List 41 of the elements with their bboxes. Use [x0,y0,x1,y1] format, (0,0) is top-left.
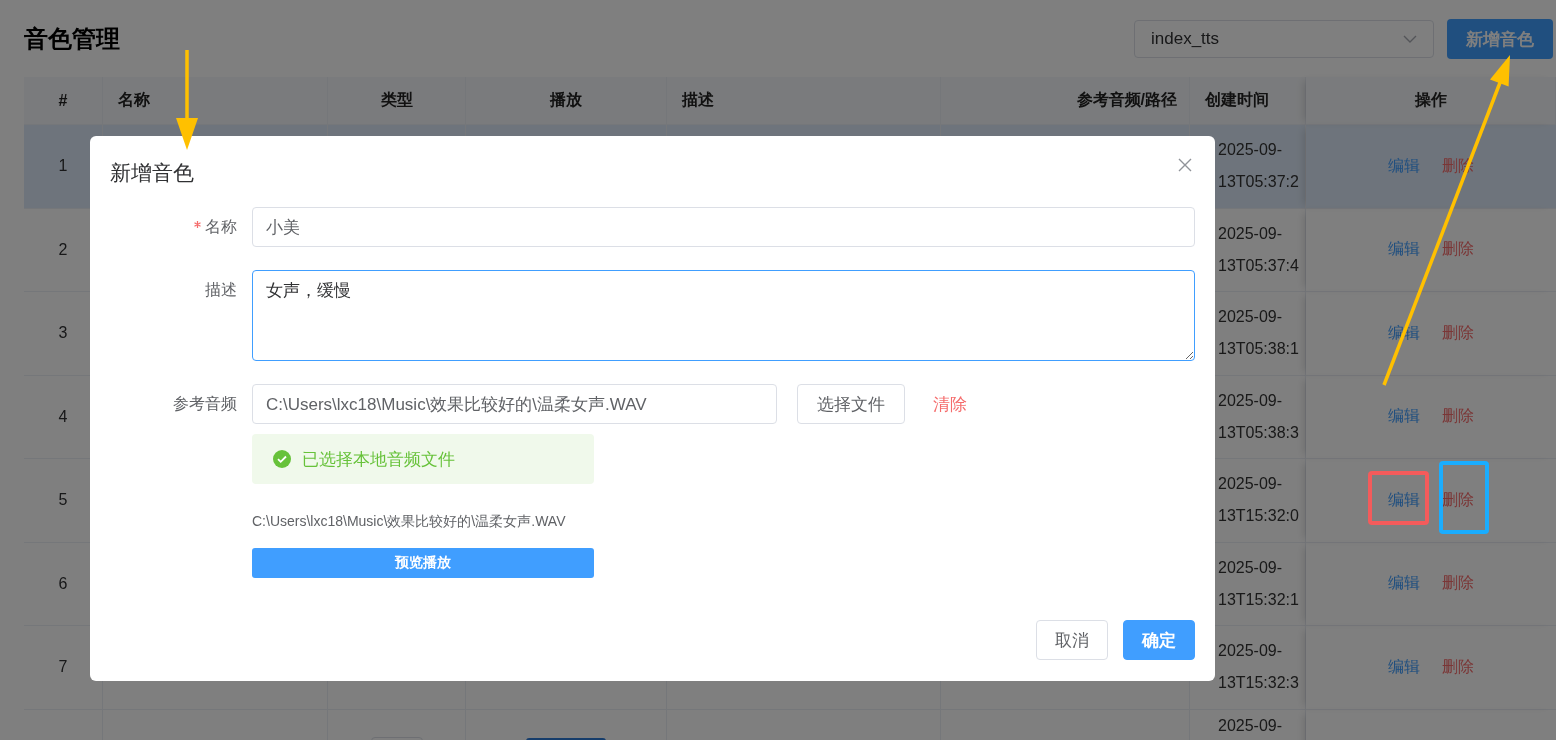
created-time: 2025-09- 13T05:37:2 [1218,140,1299,193]
edit-link[interactable]: 编辑 [1388,406,1420,428]
delete-link[interactable]: 删除 [1442,489,1474,511]
created-time: 2025-09- 13T05:38:1 [1218,307,1299,360]
name-input[interactable]: 小美 [252,207,1195,247]
field-label: 参考音频 [173,393,237,414]
close-icon[interactable] [1178,158,1192,172]
confirm-button[interactable]: 确定 [1123,620,1195,660]
check-circle-icon [273,450,291,468]
dialog-title: 新增音色 [110,160,194,186]
choose-file-button[interactable]: 选择文件 [797,384,905,424]
edit-link[interactable]: 编辑 [1388,573,1420,595]
description-textarea[interactable]: 女声，缓慢 [252,270,1195,361]
required-icon [194,220,201,228]
created-time: 2025-09- 13T05:38:3 [1218,390,1299,443]
delete-link[interactable]: 删除 [1442,239,1474,261]
delete-link[interactable]: 删除 [1442,656,1474,678]
created-time: 2025-09- 13T15:32:1 [1218,557,1299,610]
audio-path-input[interactable]: C:\Users\lxc18\Music\效果比较好的\温柔女声.WAV [252,384,777,424]
delete-link[interactable]: 删除 [1442,573,1474,595]
alert-text: 已选择本地音频文件 [302,448,455,471]
delete-link[interactable]: 删除 [1442,406,1474,428]
engine-select[interactable]: index_tts [1134,20,1434,58]
edit-link[interactable]: 编辑 [1388,656,1420,678]
edit-link[interactable]: 编辑 [1388,489,1420,511]
delete-link[interactable]: 删除 [1442,322,1474,344]
edit-link[interactable]: 编辑 [1388,155,1420,177]
chevron-down-icon [1403,35,1417,43]
cancel-button[interactable]: 取消 [1036,620,1108,660]
page-title: 音色管理 [24,24,120,54]
preview-play-button[interactable]: 预览播放 [252,548,594,578]
clear-link[interactable]: 清除 [933,392,967,416]
field-label: 名称 [205,216,237,237]
created-time: 2025-09- [1218,715,1283,736]
created-time: 2025-09- 13T15:32:0 [1218,474,1299,527]
add-voice-button[interactable]: 新增音色 [1447,19,1553,59]
created-time: 2025-09- 13T15:32:3 [1218,641,1299,694]
edit-link[interactable]: 编辑 [1388,239,1420,261]
created-time: 2025-09- 13T05:37:4 [1218,223,1299,276]
field-label: 描述 [205,279,237,300]
file-path-text: C:\Users\lxc18\Music\效果比较好的\温柔女声.WAV [252,513,567,531]
